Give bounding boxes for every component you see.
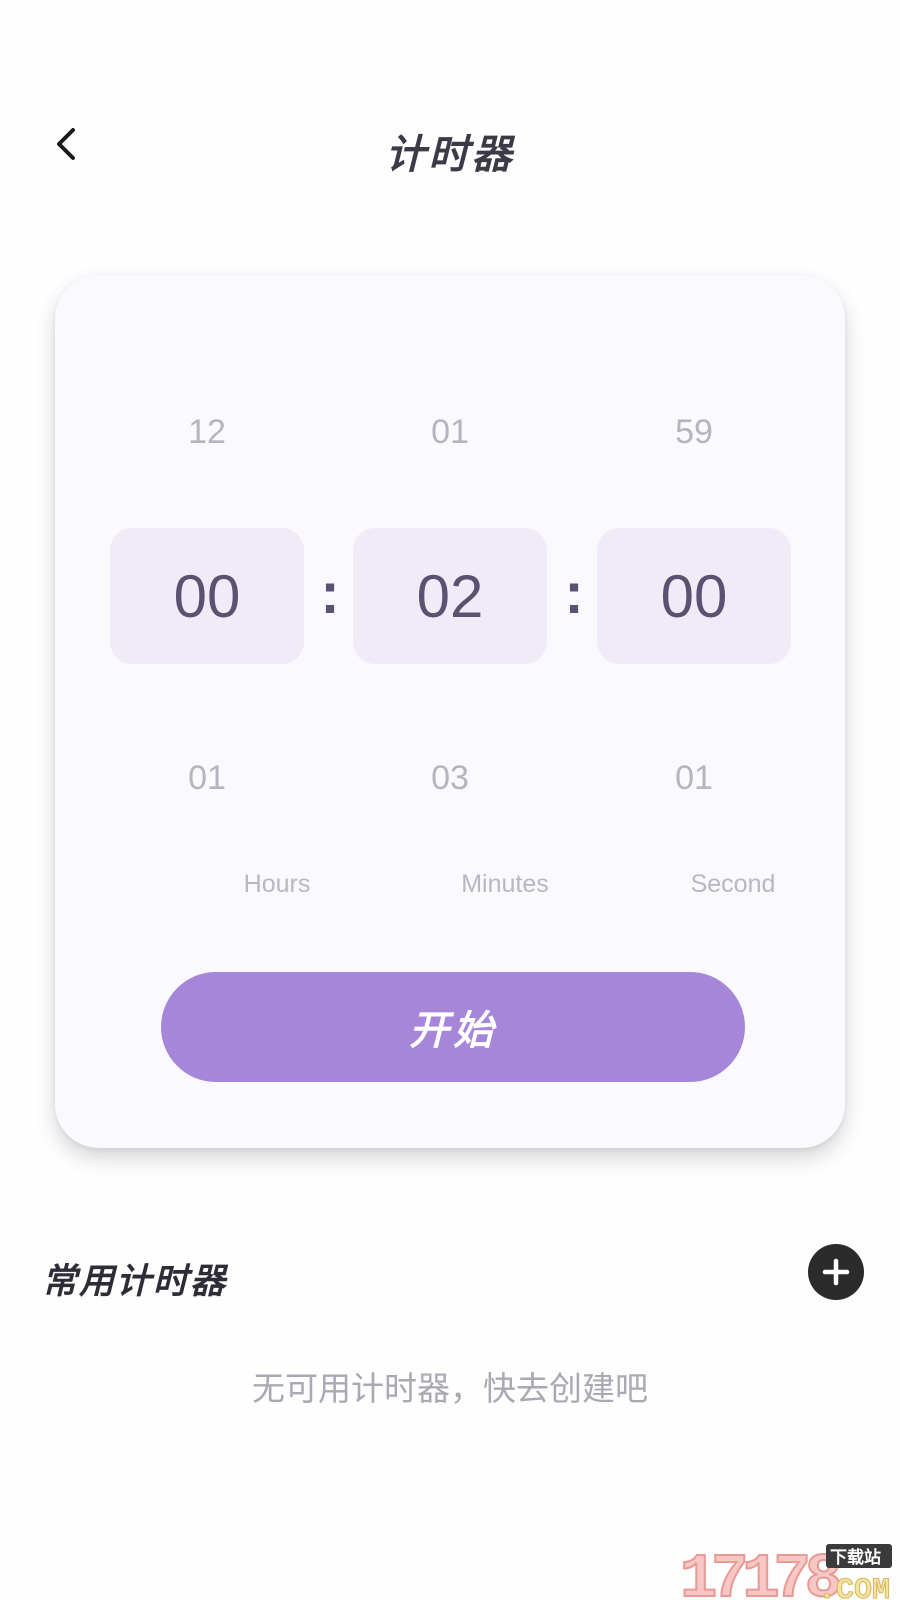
- start-button[interactable]: 开始: [161, 972, 745, 1082]
- add-timer-button[interactable]: [808, 1244, 864, 1300]
- seconds-current-value[interactable]: 00: [597, 528, 791, 664]
- hours-prev-value[interactable]: 12: [110, 413, 304, 452]
- seconds-prev-value[interactable]: 59: [597, 413, 791, 452]
- plus-icon: [822, 1258, 850, 1286]
- time-separator: :: [320, 561, 340, 626]
- common-timers-title: 常用计时器: [42, 1262, 228, 1302]
- hours-current-value[interactable]: 00: [110, 528, 304, 664]
- time-separator: :: [564, 561, 584, 626]
- empty-state-message: 无可用计时器，快去创建吧: [252, 1369, 648, 1408]
- page-title: 计时器: [385, 132, 515, 178]
- minutes-label: Minutes: [461, 870, 549, 898]
- watermark-number: 17178: [680, 1544, 839, 1600]
- seconds-next-value[interactable]: 01: [597, 759, 791, 798]
- seconds-label: Second: [690, 870, 776, 898]
- timer-card: 12 00 01 : 01 02 03 : 59 00 01 Hours Min…: [55, 275, 845, 1148]
- site-watermark-logo: 17178 下载站 .COM: [680, 1543, 892, 1600]
- watermark-suffix: .COM: [818, 1574, 890, 1600]
- hours-next-value[interactable]: 01: [110, 759, 304, 798]
- hours-label: Hours: [243, 870, 311, 898]
- watermark-badge: 下载站: [830, 1547, 881, 1568]
- minutes-next-value[interactable]: 03: [353, 759, 547, 798]
- minutes-current-value[interactable]: 02: [353, 528, 547, 664]
- minutes-prev-value[interactable]: 01: [353, 413, 547, 452]
